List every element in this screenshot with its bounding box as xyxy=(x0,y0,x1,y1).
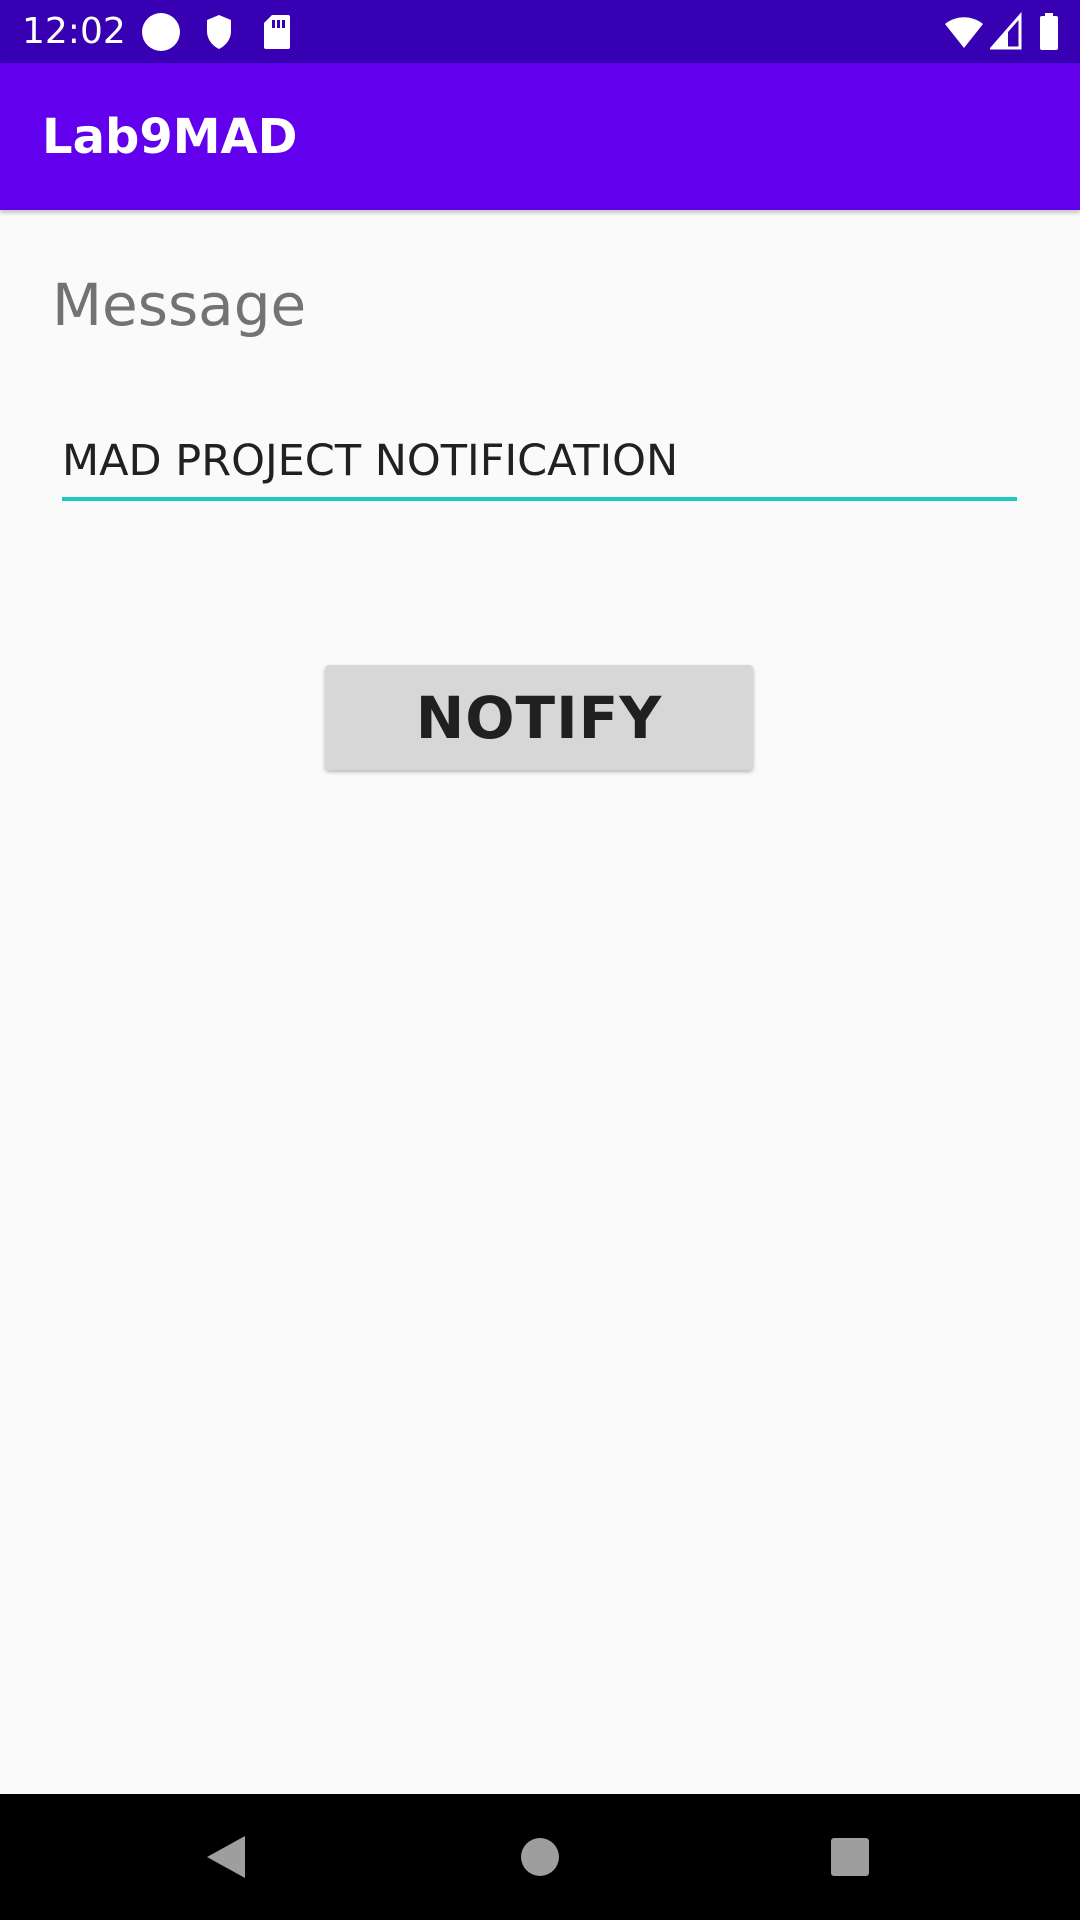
sd-card-icon xyxy=(264,15,290,49)
notify-button[interactable]: NOTIFY xyxy=(325,665,753,770)
cell-signal-icon xyxy=(990,12,1022,50)
battery-icon xyxy=(1040,13,1058,50)
navigation-bar xyxy=(0,1794,1080,1920)
shield-icon xyxy=(207,15,231,49)
recents-icon[interactable] xyxy=(815,1822,885,1892)
screen: 12:02 Lab9MAD Message NOTIFY xyxy=(0,0,1080,1920)
status-time: 12:02 xyxy=(22,11,126,52)
status-bar: 12:02 xyxy=(0,0,1080,63)
back-icon[interactable] xyxy=(190,1822,260,1892)
circle-icon xyxy=(142,13,180,51)
wifi-icon xyxy=(945,17,983,48)
message-input[interactable] xyxy=(62,425,1017,501)
app-bar: Lab9MAD xyxy=(0,63,1080,210)
message-label: Message xyxy=(52,271,307,339)
app-title: Lab9MAD xyxy=(42,109,298,165)
home-icon[interactable] xyxy=(505,1822,575,1892)
